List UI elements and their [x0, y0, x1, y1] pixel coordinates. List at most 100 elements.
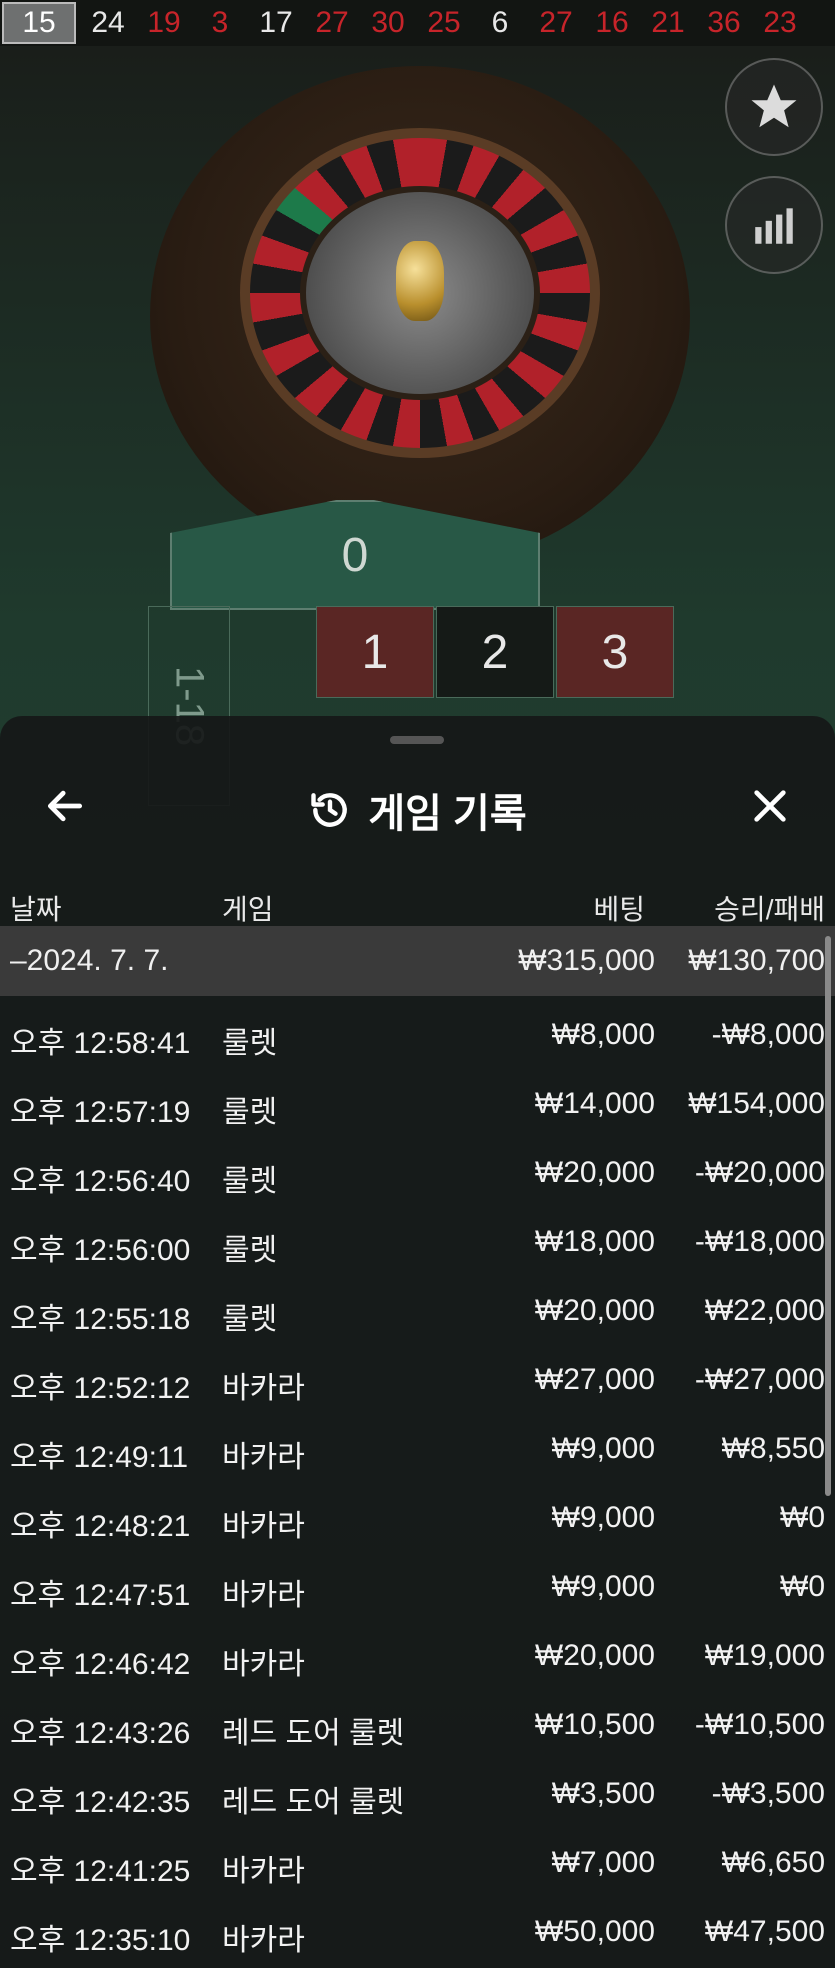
row-result: -₩3,500	[711, 1777, 825, 1810]
sheet-drag-handle[interactable]	[390, 736, 444, 744]
result-number: 6	[491, 6, 509, 39]
row-game: 바카라	[222, 1924, 305, 1957]
row-time: 오후 12:47:51	[10, 1579, 191, 1612]
result-number: 27	[539, 6, 573, 39]
game-history-sheet: 게임 기록 날짜 게임 베팅 승리/패배 –2024. 7. 7. ₩315,0…	[0, 716, 835, 1968]
sheet-title-group: 게임 기록	[0, 781, 835, 839]
history-row[interactable]: 오후 12:47:51 바카라 ₩9,000 ₩0	[0, 1553, 835, 1622]
history-row[interactable]: 오후 12:42:35 레드 도어 룰렛 ₩3,500 -₩3,500	[0, 1760, 835, 1829]
row-bet: ₩10,500	[534, 1708, 655, 1741]
row-bet: ₩50,000	[534, 1915, 655, 1948]
column-header-result: 승리/패배	[714, 894, 825, 925]
result-number: 15	[2, 2, 76, 44]
result-number: 25	[427, 6, 461, 39]
result-number: 19	[147, 6, 181, 39]
row-time: 오후 12:56:00	[10, 1234, 191, 1267]
row-result: ₩8,550	[721, 1432, 825, 1465]
result-number: 16	[595, 6, 629, 39]
row-game: 바카라	[222, 1648, 305, 1681]
history-row[interactable]: 오후 12:43:26 레드 도어 룰렛 ₩10,500 -₩10,500	[0, 1691, 835, 1760]
result-number: 24	[91, 6, 125, 39]
row-time: 오후 12:57:19	[10, 1096, 191, 1129]
row-game: 바카라	[222, 1441, 305, 1474]
history-row[interactable]: 오후 12:41:25 바카라 ₩7,000 ₩6,650	[0, 1829, 835, 1898]
history-row[interactable]: 오후 12:52:12 바카라 ₩27,000 -₩27,000	[0, 1346, 835, 1415]
row-game: 바카라	[222, 1855, 305, 1888]
sheet-header: 게임 기록	[0, 756, 835, 856]
row-game: 레드 도어 룰렛	[222, 1786, 405, 1819]
bet-spot-number[interactable]: 1	[316, 606, 434, 698]
history-row[interactable]: 오후 12:35:10 바카라 ₩50,000 ₩47,500	[0, 1898, 835, 1967]
statistics-button[interactable]	[725, 176, 823, 274]
history-row[interactable]: 오후 12:48:21 바카라 ₩9,000 ₩0	[0, 1484, 835, 1553]
close-button[interactable]	[745, 781, 795, 831]
history-row[interactable]: 오후 12:46:42 바카라 ₩20,000 ₩19,000	[0, 1622, 835, 1691]
row-result: ₩6,650	[721, 1846, 825, 1879]
row-result: -₩20,000	[694, 1156, 825, 1189]
row-bet: ₩9,000	[551, 1570, 655, 1603]
row-game: 바카라	[222, 1579, 305, 1612]
result-number: 17	[259, 6, 293, 39]
row-time: 오후 12:43:26	[10, 1717, 191, 1750]
history-icon	[311, 793, 348, 827]
date-summary-row[interactable]: –2024. 7. 7. ₩315,000 ₩130,700	[0, 926, 835, 996]
favorite-button[interactable]	[725, 58, 823, 156]
row-game: 바카라	[222, 1372, 305, 1405]
row-game: 룰렛	[222, 1303, 278, 1336]
row-result: ₩154,000	[688, 1087, 825, 1120]
history-row[interactable]: 오후 12:56:40 룰렛 ₩20,000 -₩20,000	[0, 1139, 835, 1208]
history-list: 오후 12:58:41 룰렛 ₩8,000 -₩8,000 오후 12:57:19 룰렛…	[0, 1001, 835, 1967]
row-time: 오후 12:52:12	[10, 1372, 191, 1405]
row-result: ₩19,000	[704, 1639, 825, 1672]
result-number: 23	[763, 6, 797, 39]
row-game: 룰렛	[222, 1096, 278, 1129]
row-result: ₩22,000	[704, 1294, 825, 1327]
history-row[interactable]: 오후 12:49:11 바카라 ₩9,000 ₩8,550	[0, 1415, 835, 1484]
history-row[interactable]: 오후 12:57:19 룰렛 ₩14,000 ₩154,000	[0, 1070, 835, 1139]
row-bet: ₩7,000	[551, 1846, 655, 1879]
summary-bet: ₩315,000	[518, 944, 655, 977]
result-number: 36	[707, 6, 741, 39]
row-bet: ₩3,500	[551, 1777, 655, 1810]
row-bet: ₩20,000	[534, 1639, 655, 1672]
roulette-wheel	[150, 66, 690, 566]
row-time: 오후 12:35:10	[10, 1924, 191, 1957]
row-game: 룰렛	[222, 1027, 278, 1060]
bet-spot-number[interactable]: 2	[436, 606, 554, 698]
sheet-title: 게임 기록	[368, 792, 527, 836]
row-time: 오후 12:58:41	[10, 1027, 191, 1060]
recent-results-strip: 15 24 19 3 17 27 30 25 6 27 16 21 36 23	[0, 0, 835, 46]
row-time: 오후 12:46:42	[10, 1648, 191, 1681]
wheel-turret	[396, 241, 444, 321]
row-result: -₩18,000	[694, 1225, 825, 1258]
row-bet: ₩8,000	[551, 1018, 655, 1051]
result-number: 21	[651, 6, 685, 39]
row-bet: ₩18,000	[534, 1225, 655, 1258]
history-row[interactable]: 오후 12:56:00 룰렛 ₩18,000 -₩18,000	[0, 1208, 835, 1277]
row-game: 룰렛	[222, 1165, 278, 1198]
row-result: -₩8,000	[711, 1018, 825, 1051]
row-game: 바카라	[222, 1510, 305, 1543]
row-bet: ₩9,000	[551, 1432, 655, 1465]
row-bet: ₩20,000	[534, 1294, 655, 1327]
history-row[interactable]: 오후 12:58:41 룰렛 ₩8,000 -₩8,000	[0, 1001, 835, 1070]
row-time: 오후 12:48:21	[10, 1510, 191, 1543]
result-number: 27	[315, 6, 349, 39]
row-game: 룰렛	[222, 1234, 278, 1267]
summary-result: ₩130,700	[688, 944, 825, 977]
row-result: -₩10,500	[694, 1708, 825, 1741]
row-time: 오후 12:55:18	[10, 1303, 191, 1336]
row-time: 오후 12:42:35	[10, 1786, 191, 1819]
column-header-game: 게임	[222, 894, 274, 925]
row-result: ₩0	[780, 1570, 825, 1603]
game-screen: 15 24 19 3 17 27 30 25 6 27 16 21 36 23 …	[0, 0, 835, 1968]
column-header-bet: 베팅	[593, 894, 645, 925]
history-scrollbar[interactable]	[825, 936, 831, 1496]
bet-spot-number[interactable]: 3	[556, 606, 674, 698]
bar-chart-icon	[755, 208, 793, 244]
row-result: -₩27,000	[694, 1363, 825, 1396]
row-time: 오후 12:56:40	[10, 1165, 191, 1198]
row-bet: ₩20,000	[534, 1156, 655, 1189]
row-bet: ₩27,000	[534, 1363, 655, 1396]
history-row[interactable]: 오후 12:55:18 룰렛 ₩20,000 ₩22,000	[0, 1277, 835, 1346]
